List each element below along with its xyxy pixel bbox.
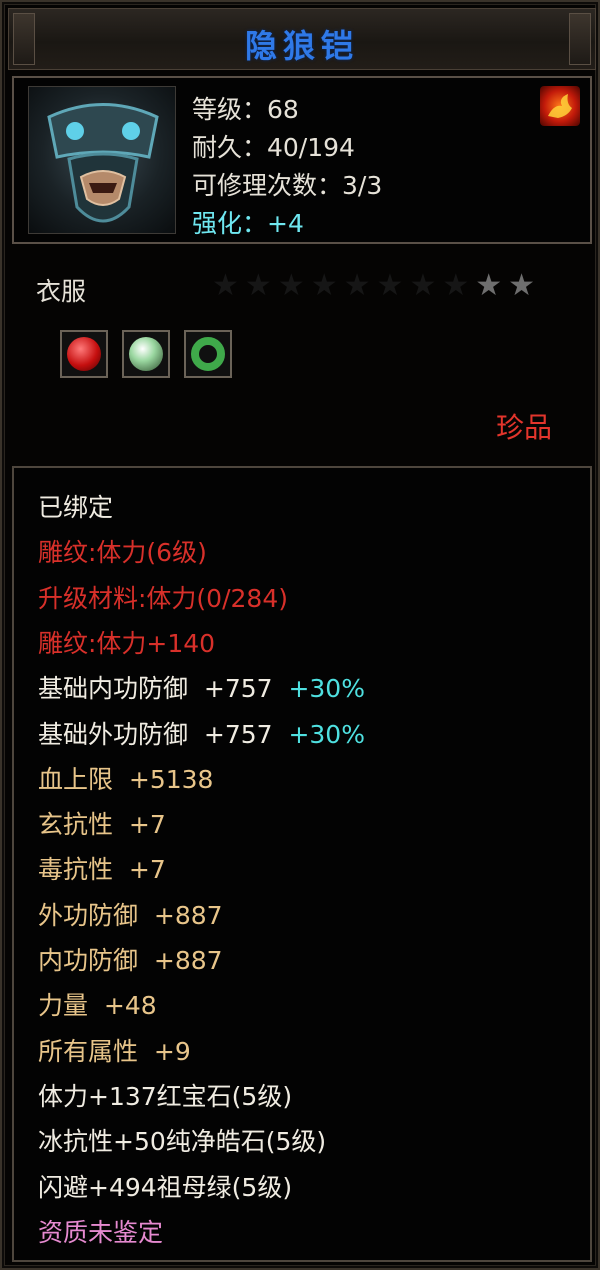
socket-green-jade[interactable]: [184, 330, 232, 378]
item-level: 等级：68: [192, 95, 299, 124]
star-icon: ★: [409, 268, 443, 303]
attribute-text: 血上限 +5138: [38, 764, 214, 794]
star-rating: ★★★★★★★★★★: [212, 268, 541, 303]
star-icon: ★: [277, 268, 311, 303]
attribute-text: 冰抗性+50纯净皓石(5级): [38, 1127, 327, 1157]
attribute-line: 外功防御 +887: [38, 900, 223, 932]
title-bar: 隐狼铠: [8, 8, 596, 70]
attribute-line: 内功防御 +887: [38, 945, 223, 977]
attribute-line: 力量 +48: [38, 990, 157, 1022]
attribute-line: 雕纹:体力(6级): [38, 537, 207, 569]
socket-red-gem[interactable]: [60, 330, 108, 378]
attribute-line: 升级材料:体力(0/284): [38, 583, 288, 615]
attribute-text: 升级材料:体力(0/284): [38, 583, 288, 613]
attribute-bonus: +30%: [272, 674, 365, 704]
attribute-line: 体力+137红宝石(5级): [38, 1081, 292, 1113]
attribute-text: 闪避+494祖母绿(5级): [38, 1172, 293, 1202]
attribute-text: 毒抗性 +7: [38, 855, 166, 885]
star-icon: ★: [475, 268, 509, 303]
attribute-text: 力量 +48: [38, 991, 157, 1021]
attribute-line: 玄抗性 +7: [38, 809, 166, 841]
item-tooltip: 隐狼铠 等级：68 耐久：40/194 可修理次数：3/3 强化：+4 衣服 ★…: [0, 0, 600, 1270]
attribute-line: 所有属性 +9: [38, 1036, 191, 1068]
star-icon: ★: [508, 268, 542, 303]
attribute-text: 所有属性 +9: [38, 1036, 191, 1066]
attribute-line: 已绑定: [38, 492, 113, 524]
red-gem-icon: [67, 337, 101, 371]
armor-portrait-icon: [28, 86, 176, 234]
attribute-text: 玄抗性 +7: [38, 810, 166, 840]
white-gem-icon: [129, 337, 163, 371]
star-icon: ★: [244, 268, 278, 303]
star-icon: ★: [442, 268, 476, 303]
attribute-text: 基础外功防御 +757: [38, 719, 273, 749]
attribute-text: 内功防御 +887: [38, 946, 223, 975]
attribute-line: 雕纹:体力+140: [38, 628, 215, 660]
green-jade-icon: [191, 337, 225, 371]
attribute-text: 外功防御 +887: [38, 900, 223, 930]
attribute-text: 雕纹:体力+140: [38, 628, 216, 658]
item-enhance: 强化：+4: [192, 209, 304, 238]
socket-white-gem[interactable]: [122, 330, 170, 378]
star-icon: ★: [310, 268, 344, 303]
item-name: 隐狼铠: [244, 27, 359, 65]
attribute-line: 冰抗性+50纯净皓石(5级): [38, 1126, 326, 1158]
star-icon: ★: [212, 268, 245, 303]
attribute-line: 闪避+494祖母绿(5级): [38, 1172, 292, 1204]
slot-label: 衣服: [36, 277, 87, 306]
star-icon: ★: [376, 268, 410, 303]
attribute-line: 毒抗性 +7: [38, 854, 166, 886]
attribute-line: 基础外功防御 +757 +30%: [38, 719, 365, 751]
rarity-label: 珍品: [495, 411, 552, 444]
item-header: 等级：68 耐久：40/194 可修理次数：3/3 强化：+4: [12, 76, 592, 244]
attribute-text: 基础内功防御 +757: [38, 674, 273, 704]
attribute-text: 体力+137红宝石(5级): [38, 1081, 293, 1111]
attribute-line: 资质未鉴定: [38, 1217, 163, 1249]
attribute-list: 已绑定雕纹:体力(6级) 升级材料:体力(0/284) 雕纹:体力+140 基础内功防…: [12, 466, 592, 1262]
attribute-text: 雕纹:体力(6级): [38, 538, 207, 568]
item-durability: 耐久：40/194: [192, 133, 355, 162]
attribute-line: 基础内功防御 +757 +30%: [38, 673, 365, 705]
attribute-text: 资质未鉴定: [38, 1217, 164, 1247]
attribute-text: 已绑定: [38, 493, 114, 522]
item-repairs: 可修理次数：3/3: [192, 171, 383, 200]
attribute-line: 血上限 +5138: [38, 764, 213, 796]
attribute-bonus: +30%: [272, 719, 365, 749]
flame-badge-icon: [540, 86, 580, 126]
star-icon: ★: [343, 268, 377, 303]
